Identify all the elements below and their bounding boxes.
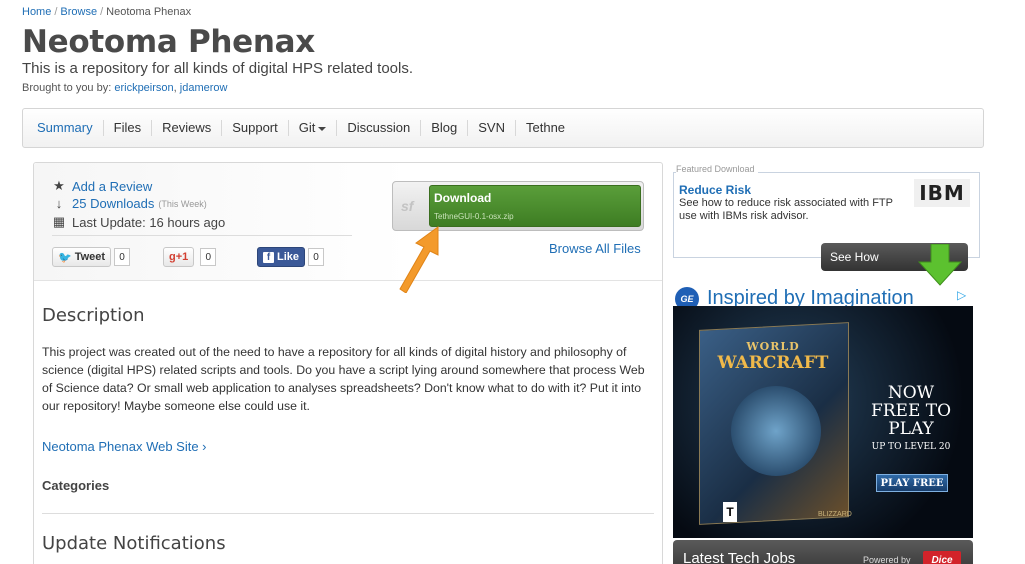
gplus-widget: g +1 0 <box>163 247 217 267</box>
divider <box>52 235 352 236</box>
play-free-button[interactable]: PLAY FREE <box>876 474 948 492</box>
tweet-count: 0 <box>114 248 131 266</box>
project-nav-tabs: Summary Files Reviews Support Git Discus… <box>22 108 984 148</box>
tab-files[interactable]: Files <box>104 120 153 136</box>
breadcrumb-browse[interactable]: Browse <box>60 6 97 18</box>
author-sep: , <box>173 82 177 94</box>
ibm-logo: IBM <box>914 179 970 207</box>
author-link-erickpeirson[interactable]: erickpeirson <box>114 82 173 94</box>
publisher-logo: BLIZZARD <box>818 511 852 518</box>
download-button[interactable]: Download TethneGUI-0.1-osx.zip <box>429 185 641 227</box>
featured-download-label: Featured Download <box>676 164 758 174</box>
powered-by-label: Powered by <box>863 555 911 564</box>
breadcrumb-sep: / <box>100 6 104 18</box>
game-character-art <box>731 386 821 476</box>
breadcrumb-current: Neotoma Phenax <box>106 6 192 18</box>
facebook-like-button[interactable]: f Like <box>257 247 306 267</box>
caret-down-icon <box>318 126 327 131</box>
brought-by-prefix: Brought to you by: <box>22 82 112 94</box>
like-count: 0 <box>308 248 325 266</box>
tab-discussion[interactable]: Discussion <box>337 120 422 136</box>
adchoices-icon[interactable]: ▷ <box>957 288 966 302</box>
add-review-row: ★ Add a Review <box>52 178 152 194</box>
tab-svn[interactable]: SVN <box>468 120 516 136</box>
esrb-rating-badge: T <box>723 502 737 522</box>
project-website-link[interactable]: Neotoma Phenax Web Site › <box>42 439 207 454</box>
stats-area: ★ Add a Review ↓ 25 Downloads (This Week… <box>34 163 662 281</box>
page-title: Neotoma Phenax <box>22 24 315 60</box>
ad-headline: NOW FREE TO PLAY UP TO LEVEL 20 <box>861 384 961 452</box>
breadcrumb-home[interactable]: Home <box>22 6 51 18</box>
facebook-like-widget: f Like 0 <box>257 247 325 267</box>
gplus-label: +1 <box>175 251 189 263</box>
tweet-button[interactable]: 🐦 Tweet <box>52 247 112 267</box>
featured-title-link[interactable]: Reduce Risk <box>679 183 751 197</box>
last-update-text: Last Update: 16 hours ago <box>72 214 226 230</box>
tab-tethne[interactable]: Tethne <box>516 120 575 136</box>
featured-body: See how to reduce risk associated with F… <box>679 197 893 222</box>
ad-headline-main: NOW FREE TO PLAY <box>870 383 952 439</box>
game-logo: WORLD WARCRAFT <box>713 340 833 373</box>
add-review-link[interactable]: Add a Review <box>72 179 152 194</box>
ad-headline-sub: UP TO LEVEL 20 <box>871 442 951 452</box>
tweet-label: Tweet <box>74 251 106 263</box>
ge-ad-text: Inspired by Imagination <box>707 287 914 308</box>
star-icon: ★ <box>53 178 65 193</box>
game-logo-world: WORLD <box>746 340 800 353</box>
like-label: Like <box>277 251 300 263</box>
description-text: This project was created out of the need… <box>42 345 645 413</box>
ge-logo: GE <box>675 287 699 308</box>
download-label: Download <box>434 191 492 205</box>
ge-ad-banner[interactable]: GE Inspired by Imagination ▷ <box>673 286 973 308</box>
project-summary: This is a repository for all kinds of di… <box>22 60 414 77</box>
divider <box>42 513 654 514</box>
download-filename: TethneGUI-0.1-osx.zip <box>434 212 514 221</box>
tab-summary[interactable]: Summary <box>27 120 104 136</box>
tab-git-label: Git <box>298 120 316 135</box>
project-main-panel: ★ Add a Review ↓ 25 Downloads (This Week… <box>33 162 663 564</box>
tab-blog[interactable]: Blog <box>421 120 469 136</box>
brought-to-you-by: Brought to you by: erickpeirson, jdamero… <box>22 82 227 94</box>
tab-reviews[interactable]: Reviews <box>152 120 223 136</box>
tab-support[interactable]: Support <box>222 120 289 136</box>
author-link-jdamerow[interactable]: jdamerow <box>180 82 228 94</box>
dice-logo[interactable]: Dice <box>923 551 961 564</box>
downloads-period: (This Week) <box>158 198 207 209</box>
twitter-bird-icon: 🐦 <box>58 251 72 264</box>
tech-jobs-widget: Latest Tech Jobs Powered by Dice <box>673 540 973 564</box>
warcraft-ad[interactable]: WORLD WARCRAFT T BLIZZARD NOW FREE TO PL… <box>673 306 973 538</box>
last-update-row: ▦ Last Update: 16 hours ago <box>52 214 225 230</box>
categories-heading: Categories <box>42 478 110 493</box>
calendar-icon: ▦ <box>52 214 66 229</box>
gplus-count: 0 <box>200 248 217 266</box>
tweet-widget: 🐦 Tweet 0 <box>52 247 131 267</box>
browse-all-files-link[interactable]: Browse All Files <box>549 241 641 256</box>
see-how-label: See How <box>830 250 879 264</box>
downloads-link[interactable]: 25 Downloads <box>72 196 154 211</box>
download-arrow-icon: ↓ <box>55 196 63 211</box>
green-down-arrow-icon <box>918 244 962 286</box>
gplus-g-icon: g <box>169 251 176 263</box>
sourceforge-logo: sf <box>401 198 414 214</box>
update-notifications-heading: Update Notifications <box>42 533 226 554</box>
tab-git[interactable]: Git <box>289 120 338 136</box>
tech-jobs-title: Latest Tech Jobs <box>683 550 796 564</box>
gplus-button[interactable]: g +1 <box>163 247 195 267</box>
game-logo-warcraft: WARCRAFT <box>717 353 829 373</box>
orange-arrow-annotation-icon <box>399 226 439 293</box>
description-heading: Description <box>42 305 145 326</box>
breadcrumb: Home / Browse / Neotoma Phenax <box>22 6 191 18</box>
downloads-row: ↓ 25 Downloads (This Week) <box>52 196 207 211</box>
facebook-f-icon: f <box>263 251 274 263</box>
